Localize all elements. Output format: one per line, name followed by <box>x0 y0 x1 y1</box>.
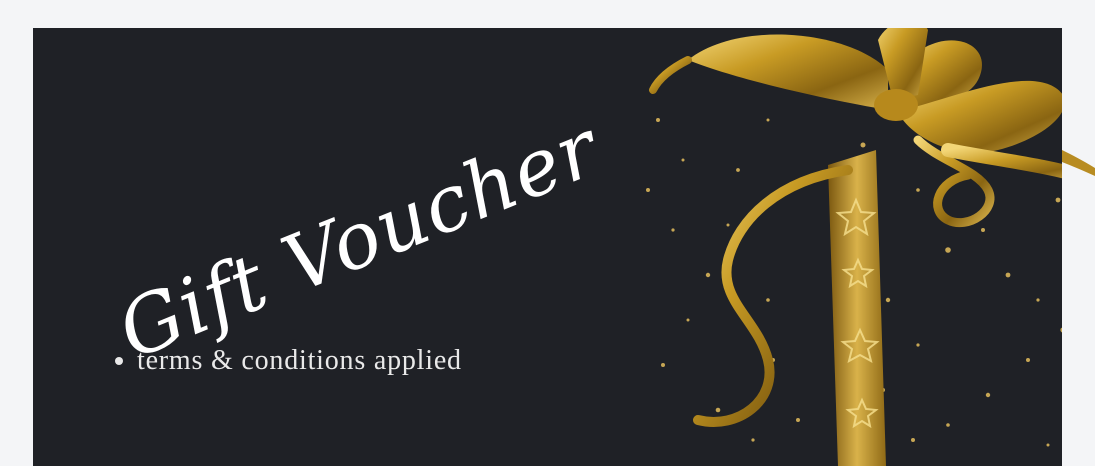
voucher-title-script: Gift Voucher <box>106 102 614 377</box>
gold-ribbon-bow-illustration <box>646 28 1062 466</box>
bow-knot <box>874 89 918 121</box>
terms-text: terms & conditions applied <box>137 345 462 376</box>
bullet-icon <box>115 357 123 365</box>
ribbon-overflow <box>1062 150 1095 176</box>
ribbon-tail-left <box>649 56 692 94</box>
gift-voucher-card: Gift Voucher terms & conditions applied <box>33 28 1062 466</box>
bow-left-loop <box>688 34 888 110</box>
curling-ribbon-left <box>693 165 853 427</box>
ribbon-vertical <box>828 150 886 466</box>
voucher-title-text: Gift Voucher <box>106 102 614 377</box>
terms-line: terms & conditions applied <box>115 345 462 377</box>
voucher-title: Gift Voucher <box>93 102 614 377</box>
